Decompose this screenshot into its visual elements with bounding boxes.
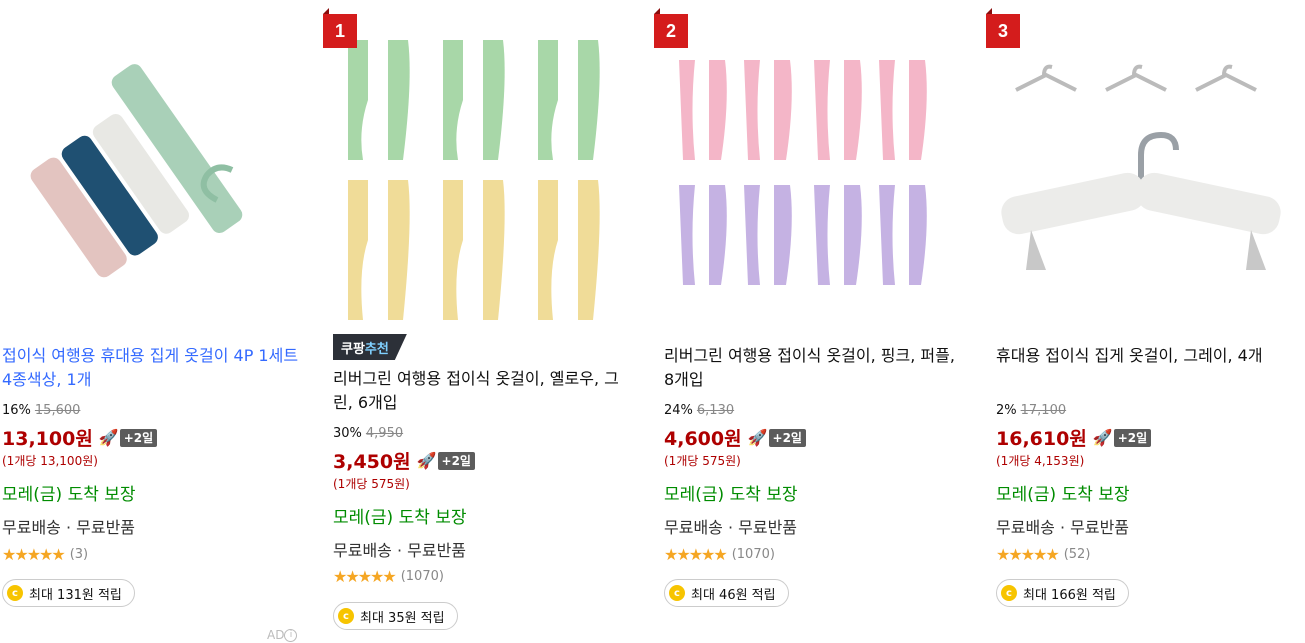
discount-rate: 30%	[333, 426, 362, 441]
original-price: 17,100	[1020, 403, 1067, 418]
product-title[interactable]: 리버그린 여행용 접이식 옷걸이, 핑크, 퍼플, 8개입	[664, 344, 964, 392]
product-card[interactable]: 접이식 여행용 휴대용 집게 옷걸이 4P 1세트 4종색상, 1개 16% 15…	[2, 0, 302, 643]
unit-price: (1개당 575원)	[333, 477, 410, 491]
coin-icon: c	[338, 608, 354, 624]
original-price: 6,130	[696, 403, 735, 418]
star-rating-icon: ★★★★★	[2, 545, 66, 564]
rank-badge: 3	[986, 8, 1020, 48]
star-rating-icon: ★★★★★	[333, 567, 397, 586]
product-card[interactable]: 3 휴대용 접이식 집게 옷걸이, 그레이, 4개 2% 17,100 16,61…	[986, 0, 1296, 643]
unit-price: (1개당 575원)	[664, 454, 741, 468]
original-price: 4,950	[365, 426, 404, 441]
product-title[interactable]: 휴대용 접이식 집게 옷걸이, 그레이, 4개	[996, 344, 1296, 368]
sale-price: 16,610원	[996, 428, 1087, 450]
price-row: 3,450원 🚀 +2일	[333, 447, 475, 474]
delivery-badge: +2일	[768, 428, 806, 447]
product-title[interactable]: 리버그린 여행용 접이식 옷걸이, 옐로우, 그린, 6개입	[333, 367, 633, 415]
rating: ★★★★★ (1070)	[333, 567, 444, 586]
cashback-text: 최대 46원 적립	[691, 587, 776, 603]
rating: ★★★★★ (1070)	[664, 545, 775, 564]
unit-price: (1개당 4,153원)	[996, 454, 1085, 468]
cashback-text: 최대 35원 적립	[360, 610, 445, 626]
coin-icon: c	[7, 585, 23, 601]
rank-badge: 1	[323, 8, 357, 48]
original-price: 15,600	[34, 403, 81, 418]
product-card[interactable]: 2 리버그린 여행용 접이식 옷걸이, 핑크, 퍼플, 8개입 24% 6,130…	[654, 0, 964, 643]
badge-prefix: 쿠팡	[341, 341, 365, 357]
coupang-recommend-badge: 쿠팡 추천	[333, 334, 407, 360]
arrival-guarantee: 모레(금) 도착 보장	[664, 485, 798, 505]
discount-info: 16% 15,600	[2, 403, 80, 418]
price-row: 13,100원 🚀 +2일	[2, 424, 158, 451]
discount-info: 24% 6,130	[664, 403, 734, 418]
coin-icon: c	[1001, 585, 1017, 601]
rocket-icon: 🚀	[1092, 428, 1113, 447]
product-image[interactable]	[2, 0, 302, 330]
review-count: (52)	[1063, 547, 1091, 562]
price-row: 16,610원 🚀 +2일	[996, 424, 1152, 451]
product-card[interactable]: 1 쿠팡 추천 리버그린 여행용 접이식 옷걸이, 옐로우, 그린, 6개입 30…	[323, 0, 633, 643]
arrival-guarantee: 모레(금) 도착 보장	[333, 508, 467, 528]
cashback-text: 최대 166원 적립	[1023, 587, 1116, 603]
rating: ★★★★★ (3)	[2, 545, 88, 564]
shipping-info: 무료배송 · 무료반품	[664, 518, 798, 537]
delivery-badge: +2일	[437, 451, 475, 470]
unit-price: (1개당 13,100원)	[2, 454, 98, 468]
product-image[interactable]	[664, 0, 964, 330]
sale-price: 3,450원	[333, 451, 411, 473]
rank-badge: 2	[654, 8, 688, 48]
ad-label: AD	[267, 628, 285, 642]
product-image[interactable]	[996, 0, 1296, 330]
delivery-badge: +2일	[119, 428, 158, 447]
discount-rate: 2%	[996, 403, 1017, 418]
price-row: 4,600원 🚀 +2일	[664, 424, 806, 451]
sale-price: 4,600원	[664, 428, 742, 450]
ad-mark[interactable]: AD i	[267, 628, 298, 642]
discount-info: 2% 17,100	[996, 403, 1066, 418]
info-icon: i	[284, 628, 298, 642]
rocket-icon: 🚀	[416, 451, 437, 470]
discount-info: 30% 4,950	[333, 426, 403, 441]
coin-icon: c	[669, 585, 685, 601]
cashback-badge: c 최대 35원 적립	[333, 602, 458, 630]
review-count: (3)	[69, 547, 89, 562]
cashback-badge: c 최대 166원 적립	[996, 579, 1129, 607]
discount-rate: 24%	[664, 403, 693, 418]
sale-price: 13,100원	[2, 428, 93, 450]
badge-suffix: 추천	[364, 341, 389, 357]
review-count: (1070)	[731, 547, 775, 562]
shipping-info: 무료배송 · 무료반품	[2, 518, 136, 537]
product-title[interactable]: 접이식 여행용 휴대용 집게 옷걸이 4P 1세트 4종색상, 1개	[2, 344, 302, 392]
star-rating-icon: ★★★★★	[996, 545, 1060, 564]
arrival-guarantee: 모레(금) 도착 보장	[996, 485, 1130, 505]
rating: ★★★★★ (52)	[996, 545, 1090, 564]
star-rating-icon: ★★★★★	[664, 545, 728, 564]
product-image[interactable]	[333, 0, 633, 330]
shipping-info: 무료배송 · 무료반품	[333, 541, 467, 560]
arrival-guarantee: 모레(금) 도착 보장	[2, 485, 136, 505]
shipping-info: 무료배송 · 무료반품	[996, 518, 1130, 537]
rocket-icon: 🚀	[98, 428, 119, 447]
discount-rate: 16%	[2, 403, 31, 418]
cashback-text: 최대 131원 적립	[29, 587, 122, 603]
review-count: (1070)	[400, 569, 444, 584]
rocket-icon: 🚀	[747, 428, 768, 447]
cashback-badge: c 최대 46원 적립	[664, 579, 789, 607]
cashback-badge: c 최대 131원 적립	[2, 579, 135, 607]
delivery-badge: +2일	[1113, 428, 1152, 447]
